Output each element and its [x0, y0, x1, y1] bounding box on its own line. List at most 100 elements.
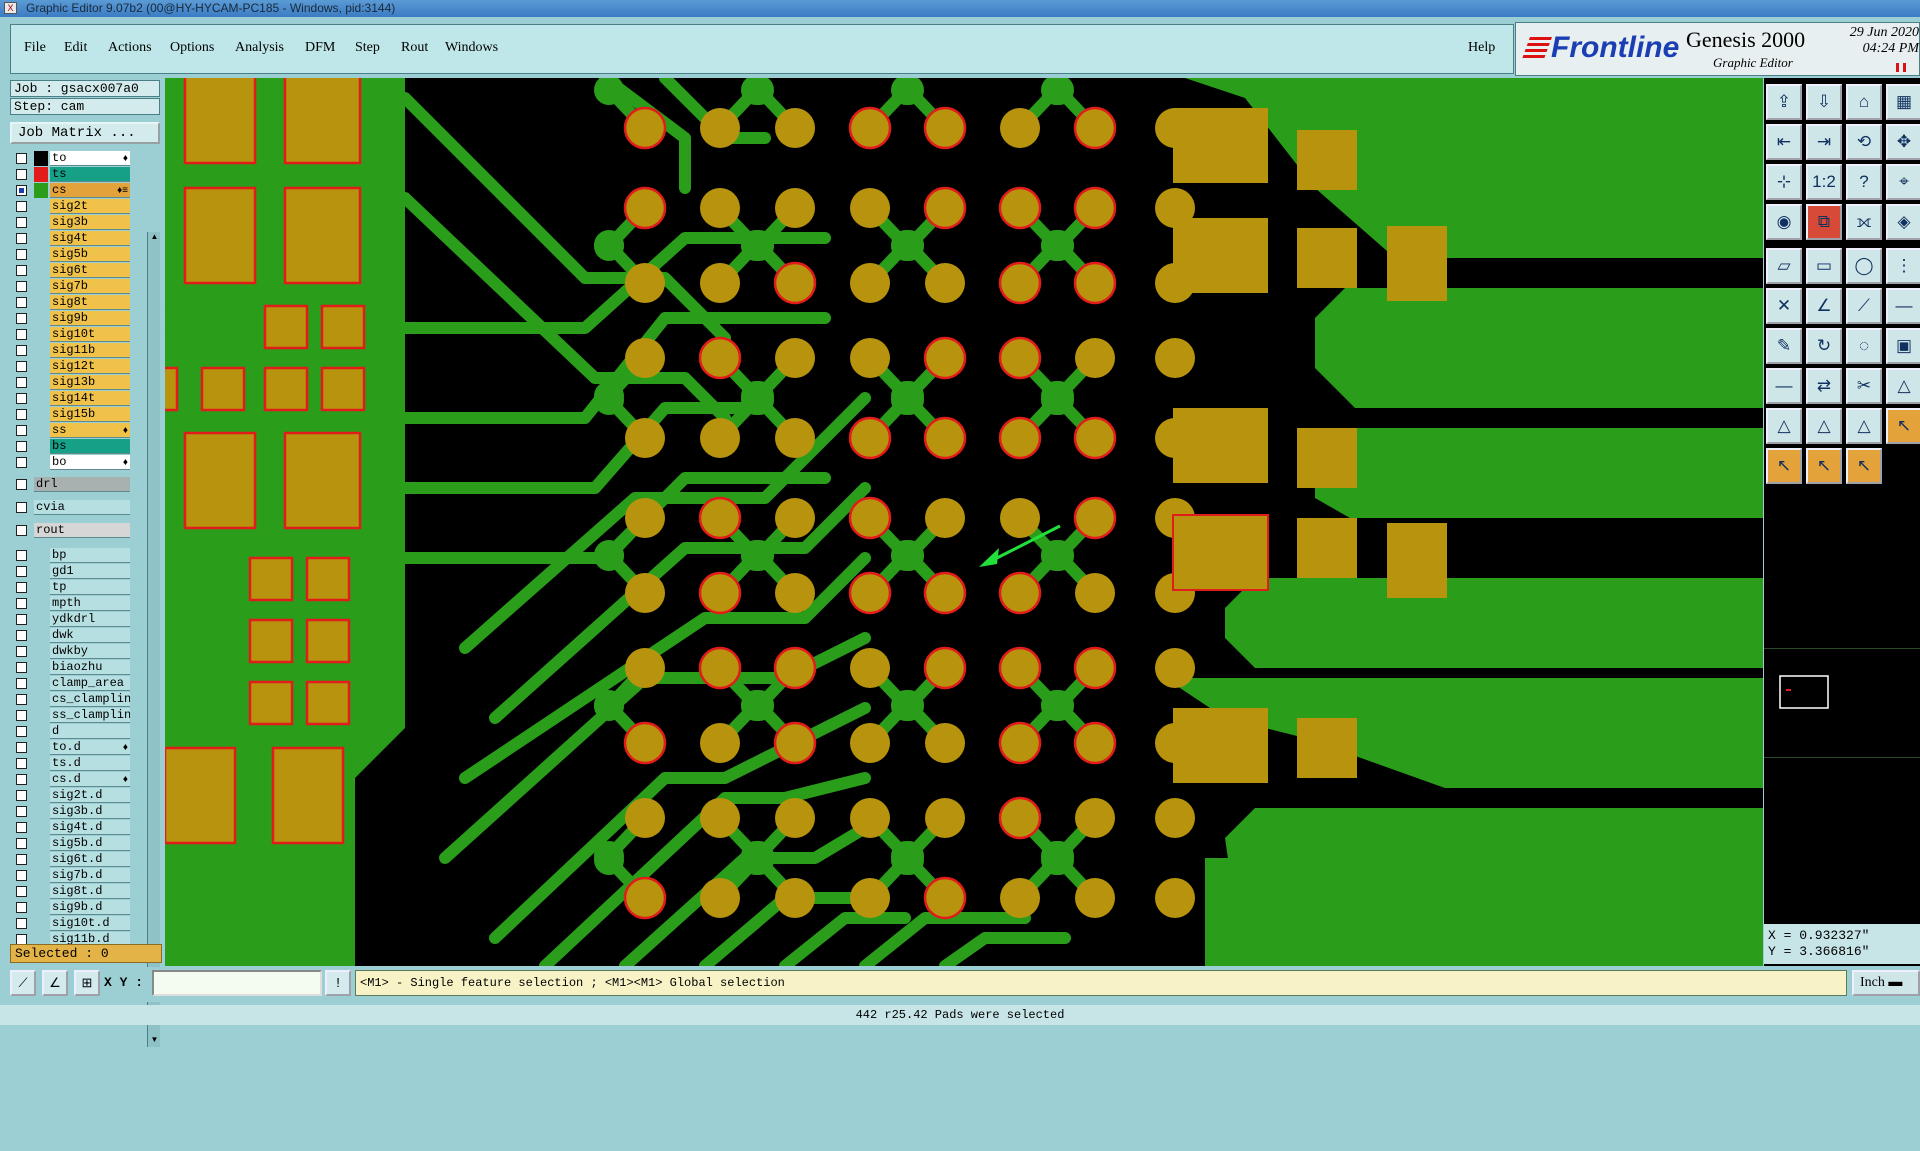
layer-row-clamp_area[interactable]: clamp_area: [12, 676, 130, 691]
triangle-icon[interactable]: △: [1886, 368, 1920, 404]
ratio-icon[interactable]: 1:2: [1806, 164, 1842, 200]
layer-row-sig6t-d[interactable]: sig6t.d: [12, 852, 130, 867]
layer-row-sig3b[interactable]: sig3b: [12, 215, 130, 230]
layer-checkbox[interactable]: [16, 249, 27, 260]
layer-row-sig10t[interactable]: sig10t: [12, 327, 130, 342]
layer-name[interactable]: bp: [50, 548, 130, 563]
job-matrix-button[interactable]: Job Matrix ...: [10, 122, 160, 144]
layer-row-sig2t-d[interactable]: sig2t.d: [12, 788, 130, 803]
layer-name[interactable]: bs: [50, 439, 130, 454]
layer-row-sig11b[interactable]: sig11b: [12, 343, 130, 358]
layer-row-dwkby[interactable]: dwkby: [12, 644, 130, 659]
units-button[interactable]: Inch ▬: [1852, 970, 1920, 996]
layer-checkbox[interactable]: [16, 393, 27, 404]
layer-row-sig4t[interactable]: sig4t: [12, 231, 130, 246]
layer-row-to-d[interactable]: to.d ♦: [12, 740, 130, 755]
layer-name[interactable]: d: [50, 724, 130, 739]
layer-name[interactable]: sig12t: [50, 359, 130, 374]
layer-name[interactable]: sig4t: [50, 231, 130, 246]
angle-icon[interactable]: ∠: [1806, 288, 1842, 324]
circle-icon[interactable]: ◯: [1846, 248, 1882, 284]
layer-checkbox[interactable]: [16, 441, 27, 452]
layer-row-ydkdrl[interactable]: ydkdrl: [12, 612, 130, 627]
layer-checkbox[interactable]: [16, 345, 27, 356]
mirror-icon[interactable]: ⇄: [1806, 368, 1842, 404]
layer-checkbox[interactable]: [16, 742, 27, 753]
layer-checkbox[interactable]: [16, 233, 27, 244]
layer-checkbox[interactable]: [16, 614, 27, 625]
layer-name[interactable]: mpth: [50, 596, 130, 611]
layer-checkbox[interactable]: [16, 153, 27, 164]
draw-icon[interactable]: ✎: [1766, 328, 1802, 364]
pcb-drawing[interactable]: [165, 78, 1763, 966]
zoom-back-icon[interactable]: ⟲: [1846, 124, 1882, 160]
select-move-icon[interactable]: ↖: [1846, 448, 1882, 484]
layer-checkbox[interactable]: [16, 678, 27, 689]
layer-row-bo[interactable]: bo ♦: [12, 455, 130, 470]
layer-checkbox[interactable]: [16, 361, 27, 372]
layer-checkbox[interactable]: [16, 201, 27, 212]
layer-name[interactable]: bo: [50, 455, 130, 470]
layer-checkbox[interactable]: [16, 217, 27, 228]
layer-name[interactable]: to.d: [50, 740, 130, 755]
layer-name[interactable]: drl: [34, 477, 130, 492]
pan-icon[interactable]: ✥: [1886, 124, 1920, 160]
menu-rout[interactable]: Rout: [401, 40, 428, 56]
pad-icon[interactable]: ▣: [1886, 328, 1920, 364]
connect-icon[interactable]: ⋮: [1886, 248, 1920, 284]
layer-name[interactable]: sig13b: [50, 375, 130, 390]
layer-name[interactable]: clamp_area: [50, 676, 130, 691]
layer-checkbox[interactable]: [16, 169, 27, 180]
layer-name[interactable]: sig8t.d: [50, 884, 130, 899]
camera-icon[interactable]: ◉: [1766, 204, 1802, 240]
layer-name[interactable]: sig4t.d: [50, 820, 130, 835]
layer-row-ss_clampline[interactable]: ss_clampline: [12, 708, 130, 723]
layer-checkbox[interactable]: [16, 646, 27, 657]
layer-row-ss[interactable]: ss ♦: [12, 423, 130, 438]
layer-row-ts[interactable]: ts: [12, 167, 130, 182]
layer-name[interactable]: sig5b: [50, 247, 130, 262]
snap-angle-icon[interactable]: ∠: [42, 970, 68, 996]
layer-checkbox[interactable]: [16, 902, 27, 913]
overview-drawing[interactable]: [1764, 649, 1920, 759]
layer-checkbox[interactable]: [16, 710, 27, 721]
layer-name[interactable]: dwk: [50, 628, 130, 643]
zoom-home-icon[interactable]: ⇪: [1766, 84, 1802, 120]
layer-name[interactable]: sig6t: [50, 263, 130, 278]
rotate-icon[interactable]: ↻: [1806, 328, 1842, 364]
layer-name[interactable]: tp: [50, 580, 130, 595]
layer-row-cvia[interactable]: cvia: [12, 500, 130, 515]
polygon-icon[interactable]: ▱: [1766, 248, 1802, 284]
cross-icon[interactable]: ✕: [1766, 288, 1802, 324]
graphic-canvas[interactable]: [165, 78, 1763, 966]
layer-checkbox[interactable]: [16, 918, 27, 929]
snap-grid-icon[interactable]: ⟋: [10, 970, 36, 996]
layer-checkbox[interactable]: [16, 566, 27, 577]
layer-row-sig3b-d[interactable]: sig3b.d: [12, 804, 130, 819]
menu-help[interactable]: Help: [1468, 40, 1495, 56]
layer-color-swatch[interactable]: [34, 183, 48, 198]
menu-windows[interactable]: Windows: [445, 40, 498, 56]
layer-checkbox[interactable]: [16, 457, 27, 468]
layer-row-sig13b[interactable]: sig13b: [12, 375, 130, 390]
layer-checkbox[interactable]: [16, 329, 27, 340]
layer-checkbox[interactable]: [16, 790, 27, 801]
menu-dfm[interactable]: DFM: [305, 40, 335, 56]
layer-name[interactable]: sig3b.d: [50, 804, 130, 819]
layer-row-d[interactable]: d: [12, 724, 130, 739]
layer-checkbox[interactable]: [16, 854, 27, 865]
layer-name[interactable]: sig11b: [50, 343, 130, 358]
layer-scrollbar[interactable]: ▲ ▼: [147, 232, 160, 1047]
layer-name[interactable]: sig7b: [50, 279, 130, 294]
alert-icon[interactable]: !: [325, 970, 351, 996]
menu-edit[interactable]: Edit: [64, 40, 87, 56]
layer-name[interactable]: sig9b: [50, 311, 130, 326]
layer-row-sig15b[interactable]: sig15b: [12, 407, 130, 422]
feature-icon[interactable]: ◈: [1886, 204, 1920, 240]
menu-analysis[interactable]: Analysis: [235, 40, 284, 56]
scroll-down-icon[interactable]: ▼: [149, 1035, 160, 1047]
layer-checkbox[interactable]: [16, 630, 27, 641]
ruler-icon[interactable]: ▭: [1806, 248, 1842, 284]
triangle-edit-icon[interactable]: △: [1806, 408, 1842, 444]
measure-icon[interactable]: ⊹: [1766, 164, 1802, 200]
